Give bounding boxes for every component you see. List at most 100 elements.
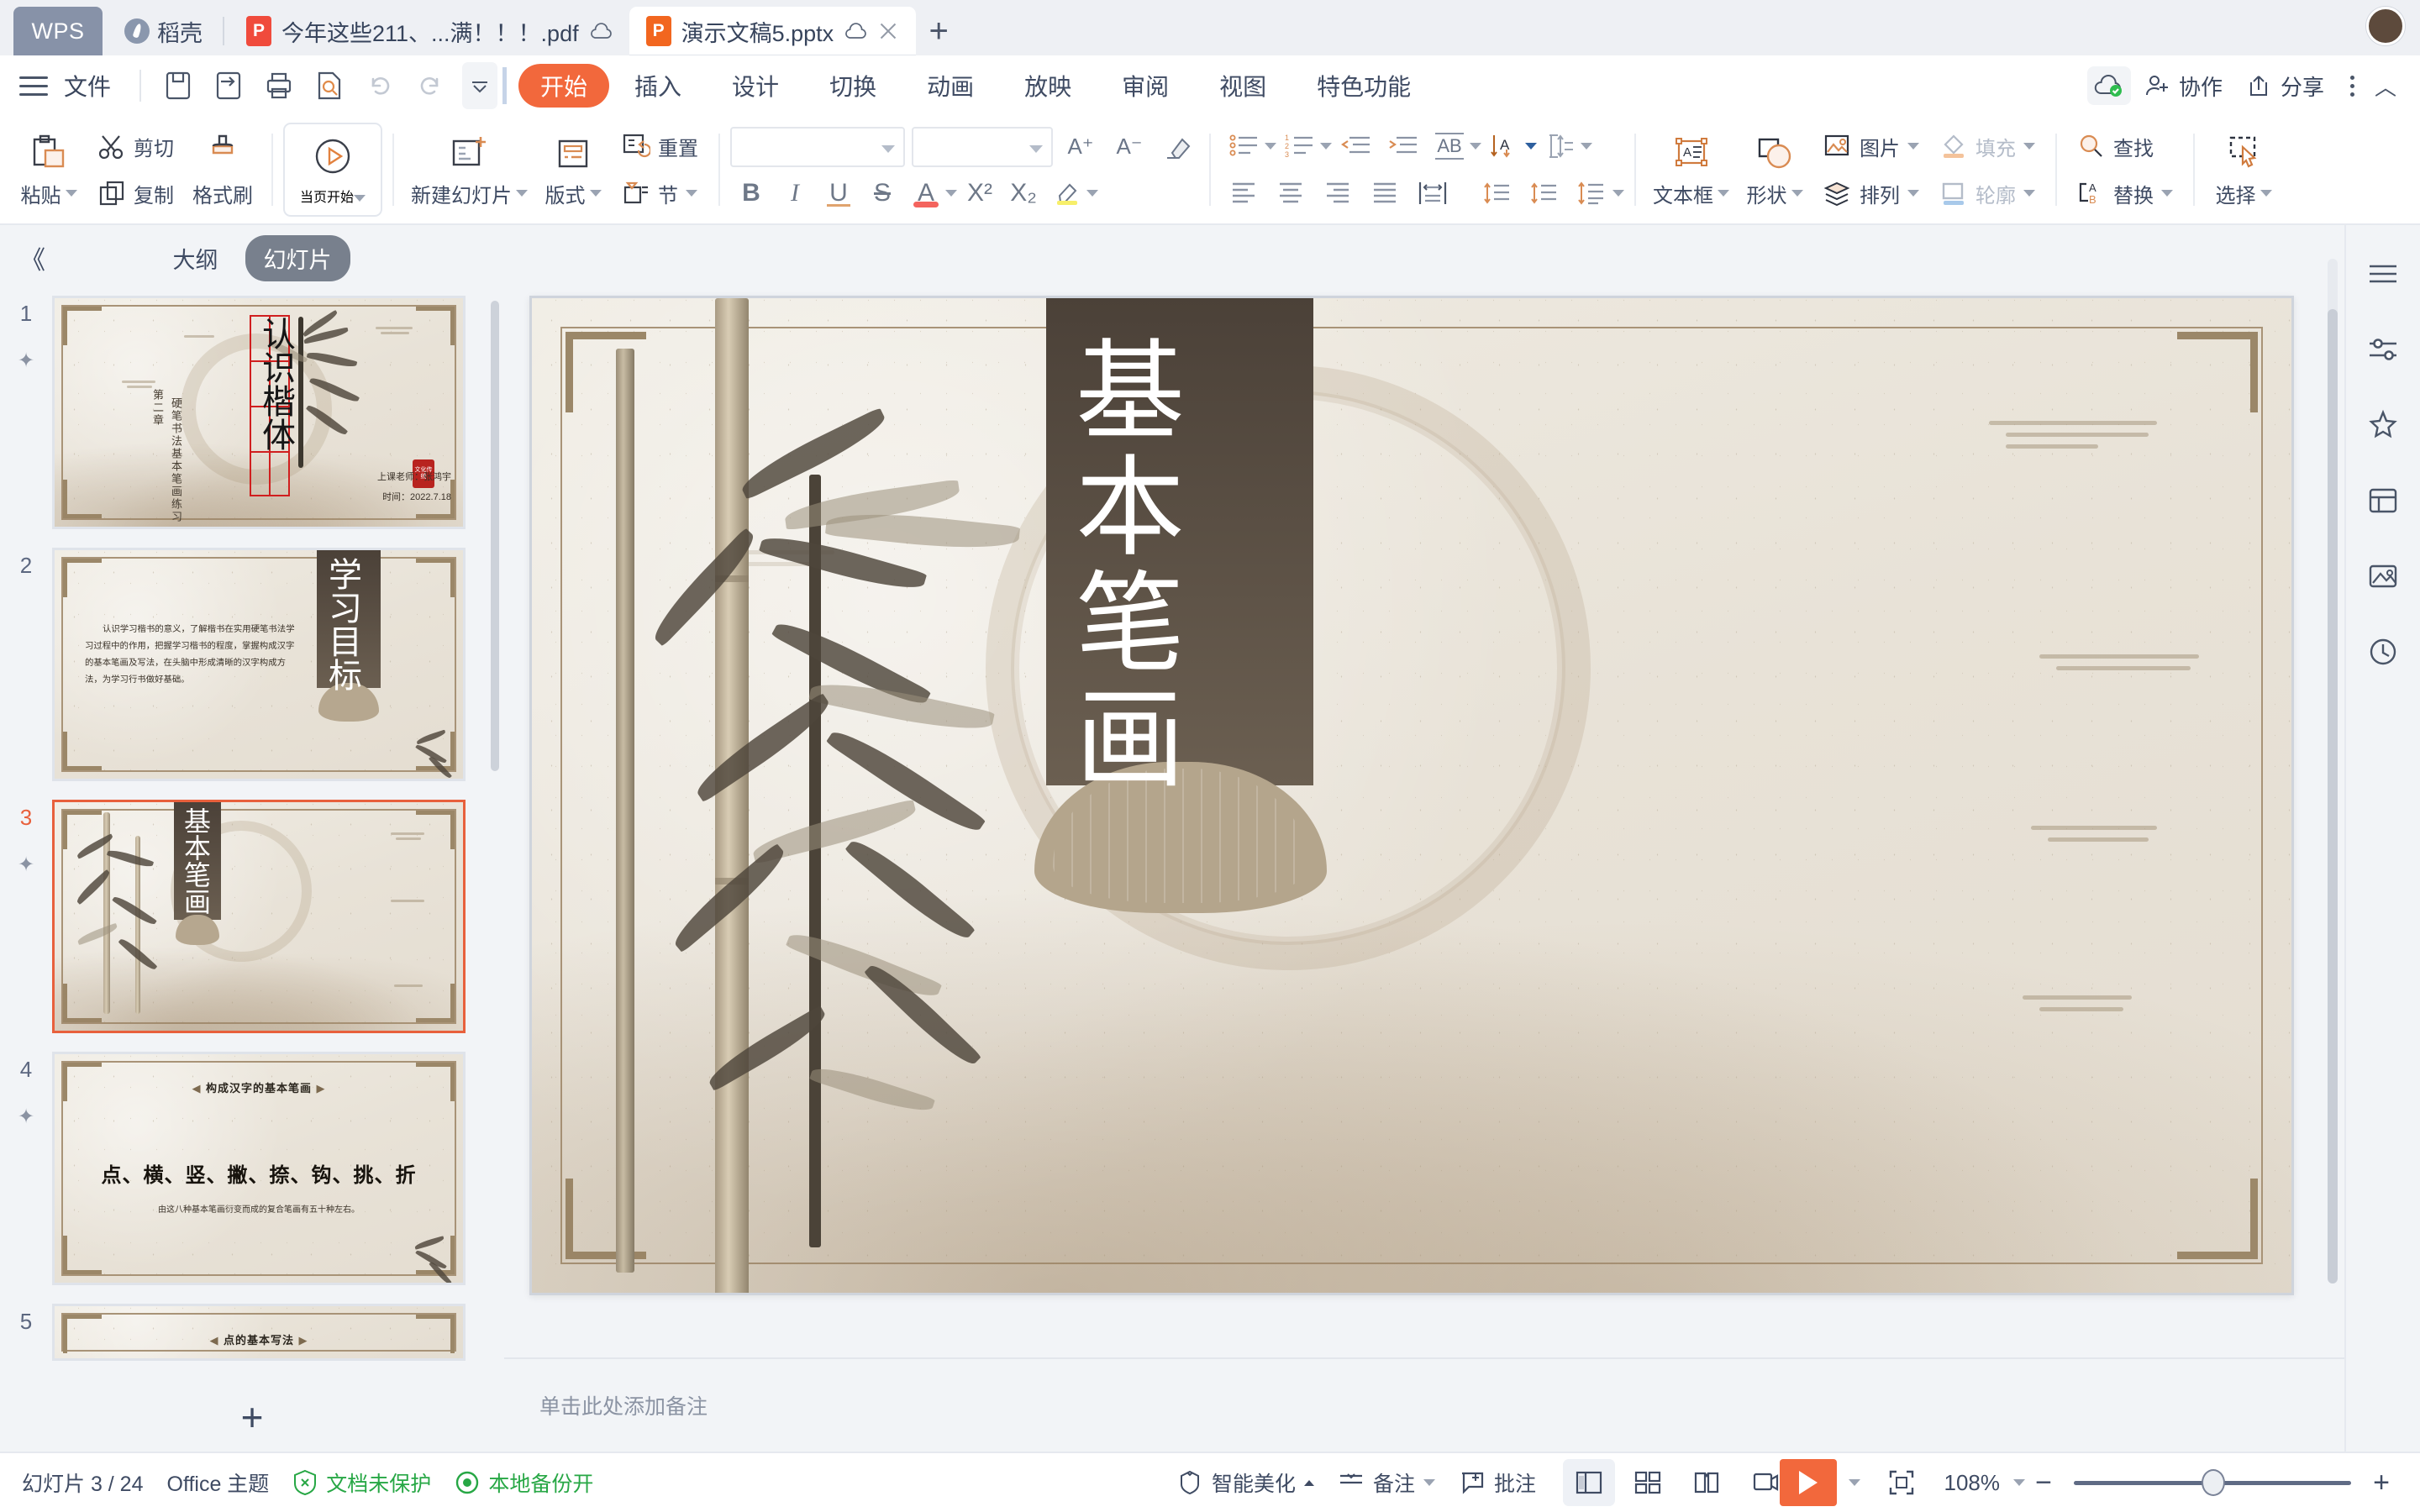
chevron-down-icon[interactable]	[2023, 190, 2036, 197]
shape-button[interactable]: 形状	[1736, 121, 1813, 218]
notes-pane[interactable]: 单击此处添加备注	[504, 1357, 2344, 1452]
collaborate-button[interactable]: 协作	[2134, 64, 2233, 108]
tab-view[interactable]: 视图	[1194, 64, 1292, 108]
bold-button[interactable]: B	[730, 173, 772, 213]
settings-sliders-icon[interactable]	[2360, 326, 2407, 373]
chevron-down-icon[interactable]	[1848, 1479, 1860, 1486]
slide-title[interactable]: 基本笔画	[1057, 333, 1185, 797]
comment-button[interactable]: 批注	[1459, 1467, 1560, 1498]
daoke-store-button[interactable]: 稻壳	[103, 7, 223, 55]
tab-transitions[interactable]: 切换	[804, 64, 902, 108]
chevron-down-icon[interactable]	[1086, 189, 1099, 197]
align-center-button[interactable]	[1268, 172, 1315, 214]
reset-button[interactable]: 重置	[617, 125, 703, 167]
align-text-button[interactable]: A	[1481, 125, 1528, 167]
select-button[interactable]: 选择	[2205, 121, 2282, 218]
vertical-align-bottom-button[interactable]	[1522, 172, 1569, 214]
font-size-input[interactable]	[912, 126, 1054, 167]
chevron-down-icon[interactable]	[354, 194, 366, 202]
slide-counter[interactable]: 幻灯片 3 / 24	[22, 1467, 167, 1498]
new-slide-button[interactable]: 新建幻灯片	[404, 121, 534, 218]
increase-font-size-button[interactable]: A⁺	[1060, 127, 1102, 167]
chevron-down-icon[interactable]	[2013, 1479, 2025, 1486]
wps-home-button[interactable]: WPS	[13, 7, 103, 55]
zoom-slider-handle[interactable]	[2202, 1469, 2225, 1496]
redo-icon[interactable]	[408, 64, 452, 108]
zoom-slider[interactable]	[2074, 1459, 2351, 1506]
font-color-button[interactable]: A	[905, 173, 947, 213]
customize-quick-access-icon[interactable]	[462, 62, 498, 109]
fit-to-window-button[interactable]	[1876, 1459, 1928, 1506]
undo-icon[interactable]	[358, 64, 402, 108]
slide-thumbnail[interactable]: 基本笔画	[52, 800, 466, 1033]
increase-indent-button[interactable]	[1379, 125, 1426, 167]
element-library-icon[interactable]	[2360, 477, 2407, 524]
beautify-star-icon[interactable]	[2360, 402, 2407, 449]
zoom-out-button[interactable]: −	[2025, 1467, 2062, 1499]
chevron-down-icon[interactable]	[1029, 144, 1044, 153]
tab-design[interactable]: 设计	[707, 64, 804, 108]
collapse-panel-button[interactable]: 《	[13, 239, 52, 277]
image-library-icon[interactable]	[2360, 553, 2407, 600]
zoom-level[interactable]: 108%	[1931, 1470, 2014, 1496]
list-item[interactable]: 1 ✦ 认识楷体 第二章 硬笔书法基本笔画练习 文化传统 上课老师：张鸿宇 时间…	[0, 296, 504, 548]
slide-thumbnail-list[interactable]: 1 ✦ 认识楷体 第二章 硬笔书法基本笔画练习 文化传统 上课老师：张鸿宇 时间…	[0, 291, 504, 1383]
avatar[interactable]	[2366, 7, 2405, 45]
slide-thumbnail[interactable]: 认识楷体 第二章 硬笔书法基本笔画练习 文化传统 上课老师：张鸿宇 时间：202…	[52, 296, 466, 529]
chevron-down-icon[interactable]	[2161, 190, 2174, 197]
cloud-icon[interactable]	[844, 23, 867, 39]
theme-name[interactable]: Office 主题	[167, 1467, 293, 1498]
document-protection-status[interactable]: 文档未保护	[292, 1467, 455, 1498]
font-name-input[interactable]	[730, 126, 906, 167]
chevron-down-icon[interactable]	[589, 190, 602, 197]
textbox-button[interactable]: A 文本框	[1646, 121, 1736, 218]
chevron-up-icon[interactable]: ︿	[2370, 67, 2402, 104]
list-item[interactable]: 2 学习目标 认识学习楷书的意义，了解楷书在实用硬笔书法学习过程中的作用，把握学…	[0, 548, 504, 800]
list-item[interactable]: 4 ✦ ◀ 构成汉字的基本笔画 ▶ 点、横、竖、撇、捺、钩、挑、折 由这八种基本…	[0, 1052, 504, 1304]
chevron-down-icon[interactable]	[1718, 190, 1730, 197]
chevron-down-icon[interactable]	[516, 190, 529, 197]
distribute-button[interactable]	[1409, 172, 1456, 214]
chevron-down-icon[interactable]	[1907, 190, 1920, 197]
list-item[interactable]: 3 ✦ 基本笔画	[0, 800, 504, 1052]
print-preview-icon[interactable]	[308, 64, 351, 108]
fill-button[interactable]: 填充	[1934, 125, 2040, 167]
chevron-up-icon[interactable]	[1304, 1479, 1315, 1486]
slide-sorter-button[interactable]	[1622, 1459, 1674, 1506]
align-right-button[interactable]	[1315, 172, 1362, 214]
decrease-font-size-button[interactable]: A⁻	[1108, 127, 1150, 167]
hamburger-menu-icon[interactable]	[15, 67, 52, 104]
tab-insert[interactable]: 插入	[609, 64, 707, 108]
align-left-button[interactable]	[1221, 172, 1268, 214]
new-tab-button[interactable]: +	[916, 7, 961, 55]
file-menu-button[interactable]: 文件	[52, 69, 128, 102]
line-spacing-button[interactable]	[1537, 125, 1584, 167]
tab-review[interactable]: 审阅	[1097, 64, 1194, 108]
line-height-button[interactable]	[1569, 172, 1616, 214]
chevron-down-icon[interactable]	[2260, 190, 2272, 197]
picture-button[interactable]: 图片	[1818, 125, 1924, 167]
chevron-down-icon[interactable]	[686, 190, 698, 197]
slide-thumbnail[interactable]: ◀ 构成汉字的基本笔画 ▶ 点、横、竖、撇、捺、钩、挑、折 由这八种基本笔画衍变…	[52, 1052, 466, 1285]
layout-button[interactable]: 版式	[534, 121, 612, 218]
chevron-down-icon[interactable]	[1423, 1479, 1436, 1486]
print-icon[interactable]	[257, 64, 301, 108]
chevron-down-icon[interactable]	[1791, 190, 1803, 197]
strikethrough-button[interactable]: S	[861, 173, 903, 213]
arrange-button[interactable]: 排列	[1818, 172, 1924, 214]
clear-formatting-button[interactable]	[1157, 127, 1199, 167]
tab-special-features[interactable]: 特色功能	[1292, 64, 1436, 108]
numbered-list-button[interactable]: 123	[1276, 125, 1323, 167]
slide-thumbnail[interactable]: ◀ 点的基本写法 ▶	[52, 1304, 466, 1361]
text-direction-button[interactable]: AB	[1426, 125, 1473, 167]
slide-stage[interactable]: 基本笔画	[504, 225, 2344, 1357]
document-tab-pptx[interactable]: P 演示文稿5.pptx	[629, 7, 917, 55]
find-button[interactable]: 查找	[2072, 125, 2178, 167]
outline-button[interactable]: 轮廓	[1934, 172, 2040, 214]
cloud-sync-ok-icon[interactable]	[2086, 66, 2131, 105]
zoom-in-button[interactable]: +	[2363, 1467, 2400, 1499]
more-vertical-icon[interactable]	[2338, 67, 2366, 104]
normal-view-button[interactable]	[1563, 1459, 1616, 1506]
tab-slides[interactable]: 幻灯片	[245, 234, 350, 281]
editor-scrollbar[interactable]	[2328, 259, 2338, 1284]
